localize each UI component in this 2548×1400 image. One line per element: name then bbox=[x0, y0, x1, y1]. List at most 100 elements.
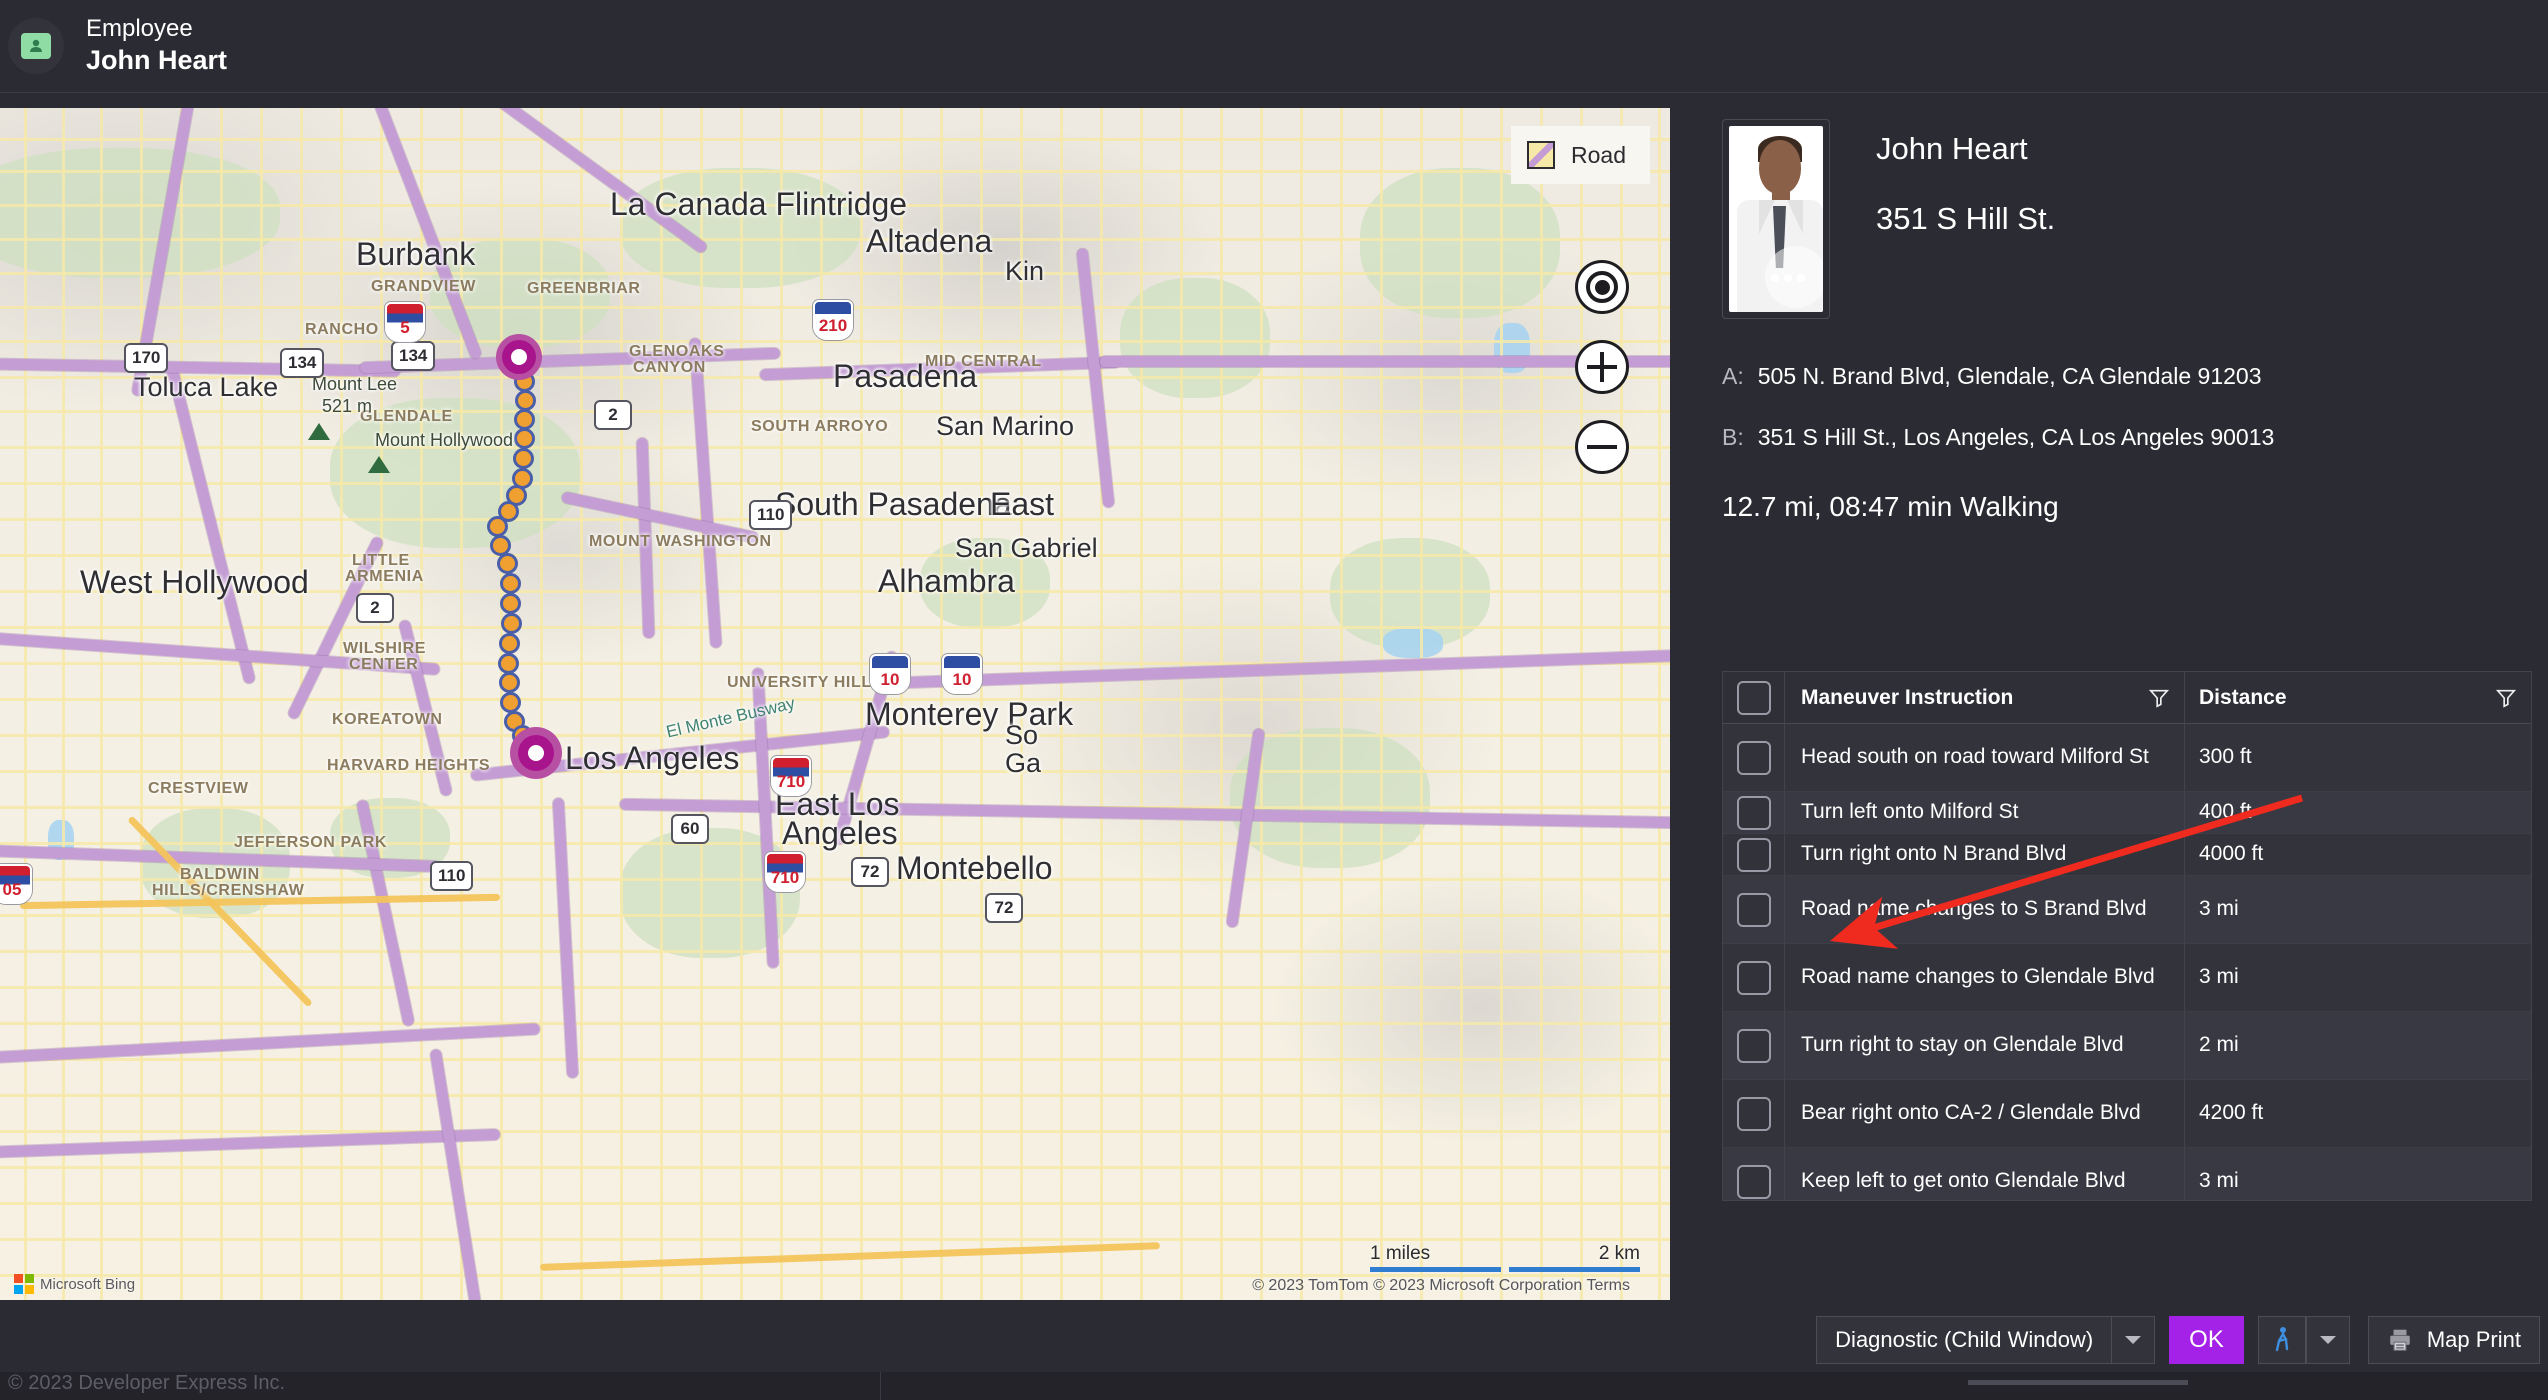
map-label-city: Alhambra bbox=[878, 563, 1015, 599]
minus-icon bbox=[1587, 432, 1617, 462]
cell-distance: 4200 ft bbox=[2199, 1101, 2264, 1125]
table-row[interactable]: Road name changes to Glendale Blvd 3 mi bbox=[1723, 944, 2531, 1012]
scale-left-label: 1 miles bbox=[1370, 1243, 1431, 1264]
row-checkbox[interactable] bbox=[1736, 1096, 1771, 1131]
row-select-cell[interactable] bbox=[1723, 1012, 1785, 1079]
mode-select-value[interactable]: Diagnostic (Child Window) bbox=[1816, 1316, 2112, 1364]
cell-instruction: Keep left to get onto Glendale Blvd bbox=[1785, 1148, 2185, 1200]
map-route-window: Employee John Heart La Canada Flintridge… bbox=[0, 0, 2548, 1400]
map-label-neighborhood: MID CENTRAL bbox=[925, 353, 1042, 370]
row-select-cell[interactable] bbox=[1723, 944, 1785, 1011]
map-type-button[interactable]: Road bbox=[1511, 126, 1650, 184]
table-row[interactable]: Bear right onto CA-2 / Glendale Blvd 420… bbox=[1723, 1080, 2531, 1148]
map-label-neighborhood: HILLS/CRENSHAW bbox=[152, 882, 305, 899]
route-origin-value: 505 N. Brand Blvd, Glendale, CA Glendale… bbox=[1757, 363, 2262, 389]
map-label-neighborhood: CRESTVIEW bbox=[148, 780, 249, 797]
map-pin-destination[interactable] bbox=[510, 727, 562, 779]
column-header-distance-label: Distance bbox=[2199, 685, 2287, 709]
row-select-cell[interactable] bbox=[1723, 1148, 1785, 1200]
map-type-label: Road bbox=[1571, 141, 1626, 168]
map-label-neighborhood: SOUTH ARROYO bbox=[751, 418, 889, 435]
window-content: La Canada Flintridge Burbank Altadena To… bbox=[0, 93, 2548, 1400]
route-shield: 110 bbox=[430, 861, 474, 891]
select-all-cell[interactable] bbox=[1723, 672, 1785, 723]
map-label-neighborhood: GLENDALE bbox=[360, 408, 453, 425]
table-row[interactable]: Turn right to stay on Glendale Blvd 2 mi bbox=[1723, 1012, 2531, 1080]
map-label-city: Burbank bbox=[356, 236, 476, 272]
cell-instruction: Bear right onto CA-2 / Glendale Blvd bbox=[1785, 1080, 2185, 1147]
row-checkbox[interactable] bbox=[1736, 795, 1771, 830]
map-label-neighborhood: RANCHO bbox=[305, 321, 379, 338]
maneuver-grid[interactable]: Maneuver Instruction Distance Head south… bbox=[1722, 671, 2532, 1201]
cell-instruction: Head south on road toward Milford St bbox=[1785, 724, 2185, 791]
table-row[interactable]: Keep left to get onto Glendale Blvd 3 mi bbox=[1723, 1148, 2531, 1200]
map-canvas[interactable]: La Canada Flintridge Burbank Altadena To… bbox=[0, 108, 1670, 1300]
row-select-cell[interactable] bbox=[1723, 876, 1785, 943]
employee-name: John Heart bbox=[1876, 131, 2028, 166]
row-checkbox[interactable] bbox=[1736, 1164, 1771, 1199]
row-checkbox[interactable] bbox=[1736, 892, 1771, 927]
column-header-instruction[interactable]: Maneuver Instruction bbox=[1785, 672, 2185, 723]
cell-instruction: Turn right onto N Brand Blvd bbox=[1785, 834, 2185, 875]
chevron-down-icon[interactable] bbox=[2111, 1316, 2156, 1364]
microsoft-logo: Microsoft Bing bbox=[14, 1274, 135, 1294]
map-label-neighborhood: CENTER bbox=[349, 656, 419, 673]
peak-marker-icon bbox=[308, 423, 330, 440]
row-checkbox[interactable] bbox=[1736, 740, 1771, 775]
map-label-city: Angeles bbox=[782, 815, 898, 851]
row-checkbox[interactable] bbox=[1736, 1028, 1771, 1063]
travel-mode-chevron-down-icon[interactable] bbox=[2305, 1316, 2350, 1364]
filter-icon[interactable] bbox=[2495, 687, 2517, 709]
table-row[interactable]: Turn left onto Milford St 400 ft bbox=[1723, 792, 2531, 834]
zoom-out-button[interactable] bbox=[1575, 420, 1629, 474]
row-select-cell[interactable] bbox=[1723, 724, 1785, 791]
window-titlebar: Employee John Heart bbox=[0, 0, 2548, 93]
table-row[interactable]: Head south on road toward Milford St 300… bbox=[1723, 724, 2531, 792]
walking-icon[interactable] bbox=[2257, 1316, 2306, 1364]
cell-distance: 300 ft bbox=[2199, 745, 2252, 769]
select-all-checkbox[interactable] bbox=[1736, 680, 1771, 715]
status-bar: © 2023 Developer Express Inc. bbox=[0, 1372, 2548, 1400]
cell-instruction: Turn left onto Milford St bbox=[1785, 792, 2185, 833]
mode-select[interactable]: Diagnostic (Child Window) bbox=[1816, 1316, 2156, 1364]
map-pin-origin[interactable] bbox=[496, 334, 542, 380]
route-summary: 12.7 mi, 08:47 min Walking bbox=[1722, 491, 2059, 522]
interstate-shield: 710 bbox=[765, 852, 805, 892]
row-checkbox[interactable] bbox=[1736, 837, 1771, 872]
table-row[interactable]: Road name changes to S Brand Blvd 3 mi bbox=[1723, 876, 2531, 944]
map-label-neighborhood: GREENBRIAR bbox=[527, 280, 641, 297]
row-select-cell[interactable] bbox=[1723, 834, 1785, 875]
interstate-shield: 05 bbox=[0, 864, 32, 904]
zoom-in-button[interactable] bbox=[1575, 340, 1629, 394]
cell-instruction: Road name changes to S Brand Blvd bbox=[1785, 876, 2185, 943]
map-label-city: Los Angeles bbox=[565, 740, 740, 776]
map-label-city: So bbox=[1005, 720, 1039, 750]
route-shield: 72 bbox=[985, 893, 1023, 923]
route-shield: 2 bbox=[356, 593, 394, 623]
map-label-city: Toluca Lake bbox=[134, 372, 279, 402]
cell-distance: 3 mi bbox=[2199, 965, 2239, 989]
row-checkbox[interactable] bbox=[1736, 960, 1771, 995]
bottom-toolbar: Diagnostic (Child Window) OK Map Print bbox=[1700, 1308, 2548, 1372]
column-header-distance[interactable]: Distance bbox=[2185, 672, 2531, 723]
locate-icon[interactable] bbox=[1575, 260, 1629, 314]
map-label-city: East bbox=[990, 486, 1055, 522]
map-label-peak: Mount Lee bbox=[312, 374, 398, 394]
grid-header-row: Maneuver Instruction Distance bbox=[1723, 672, 2531, 724]
peak-marker-icon bbox=[368, 456, 390, 473]
map-print-button[interactable]: Map Print bbox=[2367, 1316, 2540, 1364]
filter-icon[interactable] bbox=[2148, 687, 2170, 709]
map-attribution: © 2023 TomTom © 2023 Microsoft Corporati… bbox=[1252, 1277, 1630, 1294]
travel-mode-group[interactable] bbox=[2257, 1316, 2350, 1364]
row-select-cell[interactable] bbox=[1723, 1080, 1785, 1147]
cell-instruction: Road name changes to Glendale Blvd bbox=[1785, 944, 2185, 1011]
row-select-cell[interactable] bbox=[1723, 792, 1785, 833]
ok-button[interactable]: OK bbox=[2169, 1316, 2244, 1364]
table-row[interactable]: Turn right onto N Brand Blvd 4000 ft bbox=[1723, 834, 2531, 876]
route-shield: 134 bbox=[391, 341, 436, 371]
copyright-label: © 2023 Developer Express Inc. bbox=[8, 1372, 286, 1394]
cell-distance: 3 mi bbox=[2199, 1169, 2239, 1193]
map-label-neighborhood: JEFFERSON PARK bbox=[234, 834, 388, 851]
map-label-peak: Mount Hollywood bbox=[375, 430, 514, 450]
map-view[interactable]: La Canada Flintridge Burbank Altadena To… bbox=[0, 108, 1670, 1300]
